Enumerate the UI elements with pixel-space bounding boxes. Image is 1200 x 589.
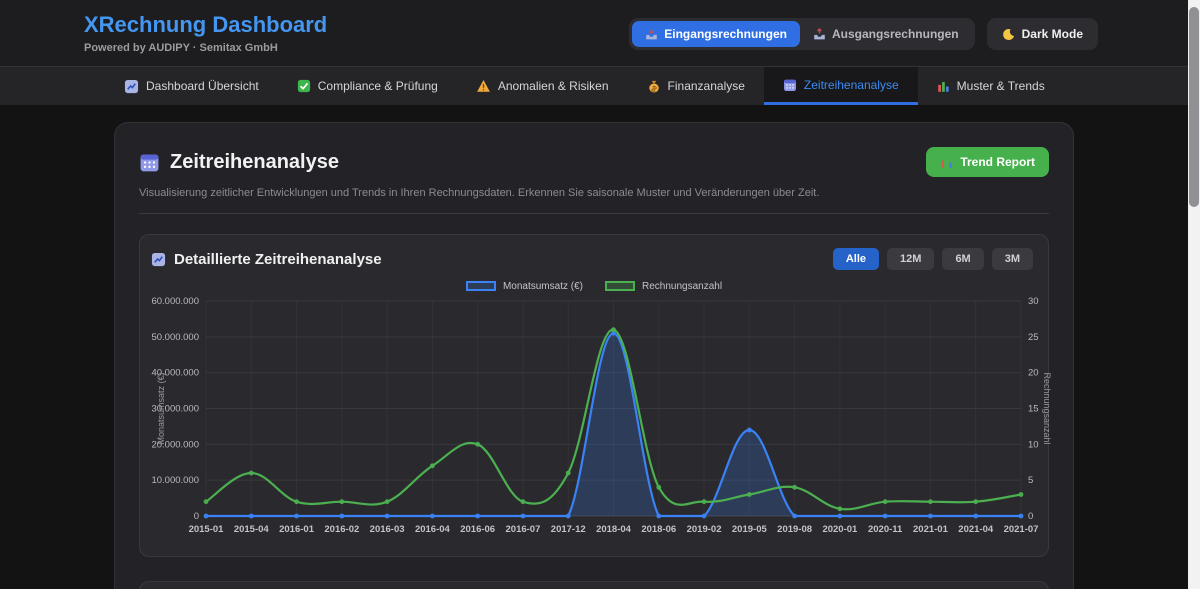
monthly-development-card: Monatliche Entwicklung xyxy=(139,581,1049,589)
svg-text:15: 15 xyxy=(1028,404,1039,415)
legend-label: Rechnungsanzahl xyxy=(642,281,722,292)
bar-chart-icon xyxy=(940,156,953,169)
inbox-in-icon xyxy=(645,28,658,41)
tab-zeitreihenanalyse[interactable]: Zeitreihenanalyse xyxy=(764,67,918,105)
svg-text:2016-06: 2016-06 xyxy=(460,524,495,535)
timeseries-chart: Monatsumsatz (€) Rechnungsanzahl 0 10.000.… xyxy=(151,278,1037,543)
legend-label: Monatsumsatz (€) xyxy=(503,281,583,292)
tab-dashboard-bersicht[interactable]: Dashboard Übersicht xyxy=(105,67,278,105)
vertical-scrollbar[interactable] xyxy=(1188,0,1200,589)
legend-swatch xyxy=(466,281,496,291)
svg-text:2019-02: 2019-02 xyxy=(687,524,722,535)
svg-text:2015-04: 2015-04 xyxy=(234,524,270,535)
tab-label: Compliance & Prüfung xyxy=(318,79,438,93)
svg-text:10: 10 xyxy=(1028,439,1039,450)
svg-text:25: 25 xyxy=(1028,332,1039,343)
svg-text:2021-01: 2021-01 xyxy=(913,524,949,535)
svg-text:2016-07: 2016-07 xyxy=(506,524,541,535)
svg-text:2021-07: 2021-07 xyxy=(1004,524,1039,535)
filter-6m-button[interactable]: 6M xyxy=(942,248,983,270)
svg-text:2017-12: 2017-12 xyxy=(551,524,586,535)
svg-text:0: 0 xyxy=(194,511,199,522)
svg-text:2016-02: 2016-02 xyxy=(324,524,359,535)
moon-icon xyxy=(1002,28,1015,41)
divider xyxy=(139,213,1049,214)
bar-chart-icon xyxy=(937,80,950,93)
svg-text:2016-01: 2016-01 xyxy=(279,524,315,535)
svg-text:2020-11: 2020-11 xyxy=(868,524,903,535)
check-icon xyxy=(297,79,311,93)
eingangsrechnungen-button[interactable]: Eingangsrechnungen xyxy=(632,21,800,47)
warning-icon xyxy=(476,79,491,93)
chart-plot-area: 010.000.00020.000.00030.000.00040.000.00… xyxy=(151,296,1037,543)
eingangsrechnungen-label: Eingangsrechnungen xyxy=(664,27,787,41)
svg-text:50.000.000: 50.000.000 xyxy=(151,332,199,343)
app-header: XRechnung Dashboard Powered by AUDIPY · … xyxy=(0,0,1188,66)
inbox-out-icon xyxy=(813,28,826,41)
svg-text:2016-04: 2016-04 xyxy=(415,524,451,535)
tab-label: Dashboard Übersicht xyxy=(146,79,259,93)
filter-3m-button[interactable]: 3M xyxy=(992,248,1033,270)
main-content: Zeitreihenanalyse Trend Report Visualisi… xyxy=(0,105,1188,589)
svg-text:2018-06: 2018-06 xyxy=(641,524,676,535)
tab-compliance-pr-fung[interactable]: Compliance & Prüfung xyxy=(278,67,457,105)
svg-text:60.000.000: 60.000.000 xyxy=(151,296,199,307)
legend-item-rechnungsanzahl[interactable]: Rechnungsanzahl xyxy=(605,281,722,292)
page-description: Visualisierung zeitlicher Entwicklungen … xyxy=(139,187,1049,199)
legend-item-monatsumsatz[interactable]: Monatsumsatz (€) xyxy=(466,281,583,292)
app-title: XRechnung Dashboard xyxy=(84,12,327,38)
svg-text:20: 20 xyxy=(1028,368,1039,379)
zeitreihenanalyse-card: Zeitreihenanalyse Trend Report Visualisi… xyxy=(114,122,1074,589)
svg-text:10.000.000: 10.000.000 xyxy=(151,475,199,486)
chart-card-title: Detaillierte Zeitreihenanalyse xyxy=(174,251,382,268)
chart-up-icon xyxy=(124,79,139,94)
svg-text:2019-08: 2019-08 xyxy=(777,524,812,535)
page-title: Zeitreihenanalyse xyxy=(170,151,339,174)
svg-text:2018-04: 2018-04 xyxy=(596,524,632,535)
time-range-filters: Alle 12M 6M 3M xyxy=(833,248,1033,270)
tab-label: Finanzanalyse xyxy=(668,79,745,93)
ausgangsrechnungen-button[interactable]: Ausgangsrechnungen xyxy=(800,21,972,47)
svg-text:2015-01: 2015-01 xyxy=(189,524,225,535)
tab-finanzanalyse[interactable]: Finanzanalyse xyxy=(628,67,764,105)
invoice-direction-toggle: Eingangsrechnungen Ausgangsrechnungen xyxy=(629,18,974,50)
calendar-icon xyxy=(139,152,160,173)
calendar-icon xyxy=(783,78,797,92)
filter-12m-button[interactable]: 12M xyxy=(887,248,934,270)
dark-mode-button[interactable]: Dark Mode xyxy=(987,18,1098,50)
tab-label: Muster & Trends xyxy=(957,79,1045,93)
money-icon xyxy=(647,79,661,94)
filter-alle-button[interactable]: Alle xyxy=(833,248,879,270)
svg-text:0: 0 xyxy=(1028,511,1033,522)
tab-label: Zeitreihenanalyse xyxy=(804,78,899,92)
svg-text:2016-03: 2016-03 xyxy=(370,524,405,535)
nav-tabs: Dashboard Übersicht Compliance & Prüfung A… xyxy=(0,66,1188,105)
chart-legend: Monatsumsatz (€) Rechnungsanzahl xyxy=(151,278,1037,294)
trend-report-button[interactable]: Trend Report xyxy=(926,147,1049,177)
svg-text:30: 30 xyxy=(1028,296,1039,307)
svg-text:5: 5 xyxy=(1028,475,1033,486)
header-actions: Eingangsrechnungen Ausgangsrechnungen Da… xyxy=(629,18,1098,50)
tab-label: Anomalien & Risiken xyxy=(498,79,609,93)
svg-text:2021-04: 2021-04 xyxy=(958,524,994,535)
scrollbar-thumb[interactable] xyxy=(1189,7,1199,207)
svg-text:2020-01: 2020-01 xyxy=(822,524,858,535)
svg-text:2019-05: 2019-05 xyxy=(732,524,768,535)
dark-mode-label: Dark Mode xyxy=(1022,27,1083,41)
svg-text:Monatsumsatz (€): Monatsumsatz (€) xyxy=(156,372,166,444)
app-subtitle: Powered by AUDIPY · Semitax GmbH xyxy=(84,42,278,54)
trend-report-label: Trend Report xyxy=(960,155,1035,169)
detailed-timeseries-card: Detaillierte Zeitreihenanalyse Alle 12M 6M… xyxy=(139,234,1049,557)
chart-svg: 010.000.00020.000.00030.000.00040.000.00… xyxy=(151,296,1051,538)
chart-up-icon xyxy=(151,252,166,267)
svg-text:Rechnungsanzahl: Rechnungsanzahl xyxy=(1042,372,1051,444)
ausgangsrechnungen-label: Ausgangsrechnungen xyxy=(832,27,959,41)
app-window: XRechnung Dashboard Powered by AUDIPY · … xyxy=(0,0,1188,589)
legend-swatch xyxy=(605,281,635,291)
tab-anomalien-risiken[interactable]: Anomalien & Risiken xyxy=(457,67,628,105)
tab-muster-trends[interactable]: Muster & Trends xyxy=(918,67,1064,105)
